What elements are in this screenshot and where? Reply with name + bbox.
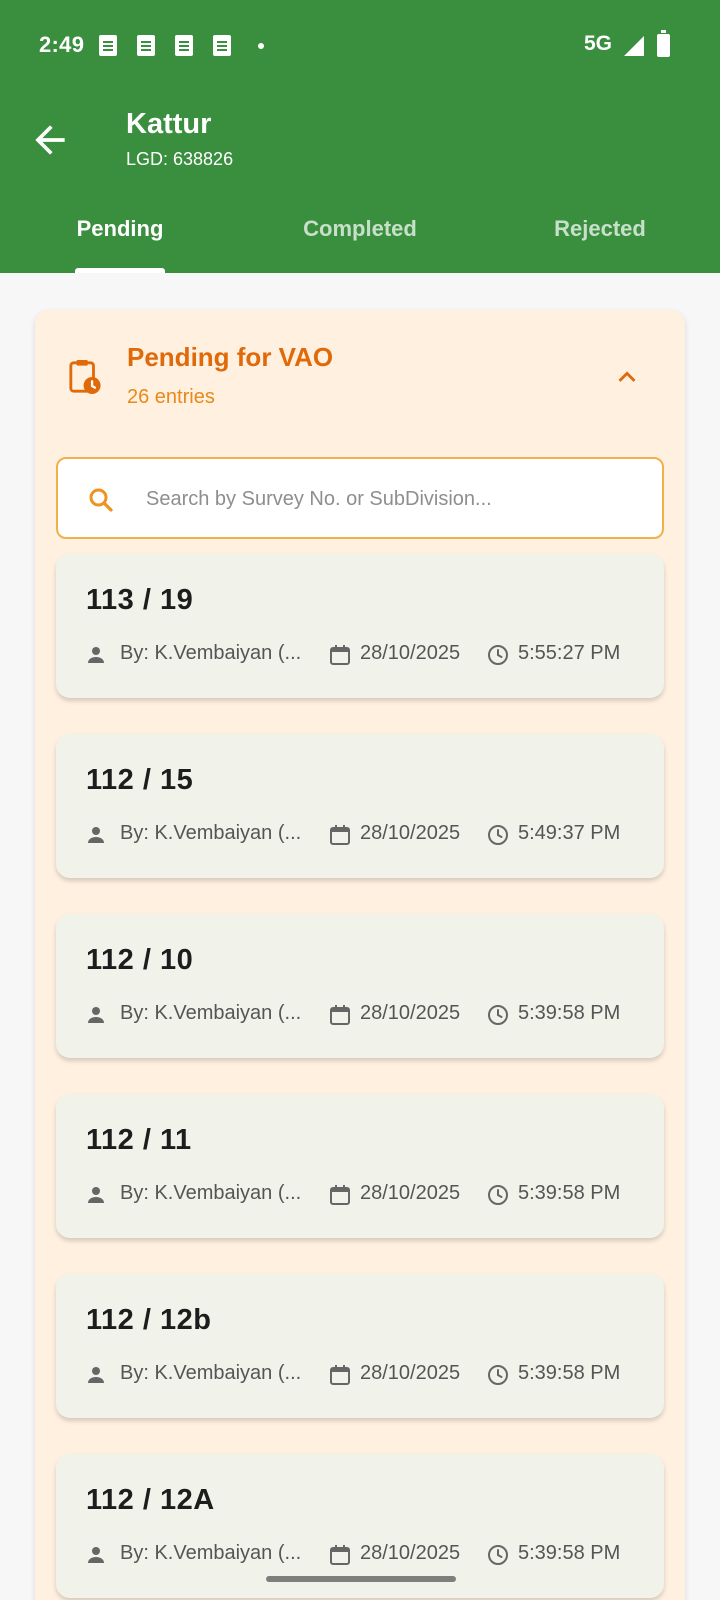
calendar-icon	[328, 1003, 352, 1027]
entry-author: By: K.Vembaiyan (...	[120, 1362, 302, 1384]
tab-rejected[interactable]: Rejected	[530, 216, 670, 242]
entry-date: 28/10/2025	[360, 1362, 461, 1384]
person-icon	[84, 1003, 108, 1027]
entry-time: 5:39:58 PM	[518, 1542, 621, 1564]
pending-panel: Pending for VAO 26 entries 113 / 19 By: K…	[35, 310, 685, 1600]
search-box	[56, 457, 664, 539]
entry-card[interactable]: 112 / 15 By: K.Vembaiyan (... 28/10/2025 5:…	[56, 734, 664, 878]
notification-icon	[175, 35, 193, 56]
calendar-icon	[328, 823, 352, 847]
entry-time: 5:39:58 PM	[518, 1002, 621, 1024]
network-label: 5G	[584, 32, 613, 55]
tab-completed[interactable]: Completed	[280, 216, 440, 242]
entry-time: 5:49:37 PM	[518, 822, 621, 844]
clock-icon	[486, 1183, 510, 1207]
tab-bar: Pending Completed Rejected	[0, 200, 720, 273]
calendar-icon	[328, 643, 352, 667]
entry-author: By: K.Vembaiyan (...	[120, 1182, 302, 1204]
status-time: 2:49	[39, 32, 85, 57]
entry-date: 28/10/2025	[360, 642, 461, 664]
entry-author: By: K.Vembaiyan (...	[120, 1002, 302, 1024]
person-icon	[84, 643, 108, 667]
clock-icon	[486, 1003, 510, 1027]
battery-icon	[657, 30, 670, 57]
survey-number: 113 / 19	[86, 584, 194, 616]
entry-date: 28/10/2025	[360, 1002, 461, 1024]
entry-time: 5:39:58 PM	[518, 1362, 621, 1384]
entry-date: 28/10/2025	[360, 1542, 461, 1564]
page-title: Kattur	[126, 108, 212, 140]
chevron-up-icon[interactable]	[610, 360, 644, 394]
entry-card[interactable]: 112 / 11 By: K.Vembaiyan (... 28/10/2025 5:…	[56, 1094, 664, 1238]
survey-number: 112 / 12b	[86, 1304, 212, 1336]
search-icon	[89, 488, 113, 512]
person-icon	[84, 1543, 108, 1567]
entry-author: By: K.Vembaiyan (...	[120, 1542, 302, 1564]
tab-indicator	[75, 268, 165, 273]
tab-pending[interactable]: Pending	[75, 216, 165, 242]
entry-author: By: K.Vembaiyan (...	[120, 642, 302, 664]
app-bar: 2:49 5G Kattur LGD: 638826 Pending Compl…	[0, 0, 720, 273]
survey-number: 112 / 11	[86, 1124, 192, 1156]
survey-number: 112 / 12A	[86, 1484, 215, 1516]
survey-number: 112 / 15	[86, 764, 194, 796]
notification-icon	[99, 35, 117, 56]
page-subtitle: LGD: 638826	[126, 149, 234, 169]
entry-card[interactable]: 113 / 19 By: K.Vembaiyan (... 28/10/2025 5:…	[56, 554, 664, 698]
notification-icon	[137, 35, 155, 56]
clock-icon	[486, 823, 510, 847]
home-indicator	[266, 1576, 456, 1582]
entry-time: 5:55:27 PM	[518, 642, 621, 664]
clock-icon	[486, 643, 510, 667]
signal-icon	[624, 36, 644, 56]
entry-author: By: K.Vembaiyan (...	[120, 822, 302, 844]
clock-icon	[486, 1543, 510, 1567]
entry-date: 28/10/2025	[360, 1182, 461, 1204]
calendar-icon	[328, 1363, 352, 1387]
person-icon	[84, 1183, 108, 1207]
entry-card[interactable]: 112 / 12b By: K.Vembaiyan (... 28/10/2025 5…	[56, 1274, 664, 1418]
entry-card[interactable]: 112 / 10 By: K.Vembaiyan (... 28/10/2025 5:…	[56, 914, 664, 1058]
clipboard-clock-icon	[69, 360, 101, 394]
entry-date: 28/10/2025	[360, 822, 461, 844]
more-notifications-dot-icon	[258, 43, 264, 49]
search-input[interactable]	[146, 483, 646, 515]
status-bar: 2:49 5G	[0, 0, 720, 90]
entries-count: 26 entries	[127, 386, 215, 408]
calendar-icon	[328, 1543, 352, 1567]
survey-number: 112 / 10	[86, 944, 194, 976]
person-icon	[84, 823, 108, 847]
entry-time: 5:39:58 PM	[518, 1182, 621, 1204]
person-icon	[84, 1363, 108, 1387]
notification-icon	[213, 35, 231, 56]
arrow-back-icon[interactable]	[28, 118, 72, 162]
calendar-icon	[328, 1183, 352, 1207]
panel-title: Pending for VAO	[127, 342, 334, 372]
clock-icon	[486, 1363, 510, 1387]
